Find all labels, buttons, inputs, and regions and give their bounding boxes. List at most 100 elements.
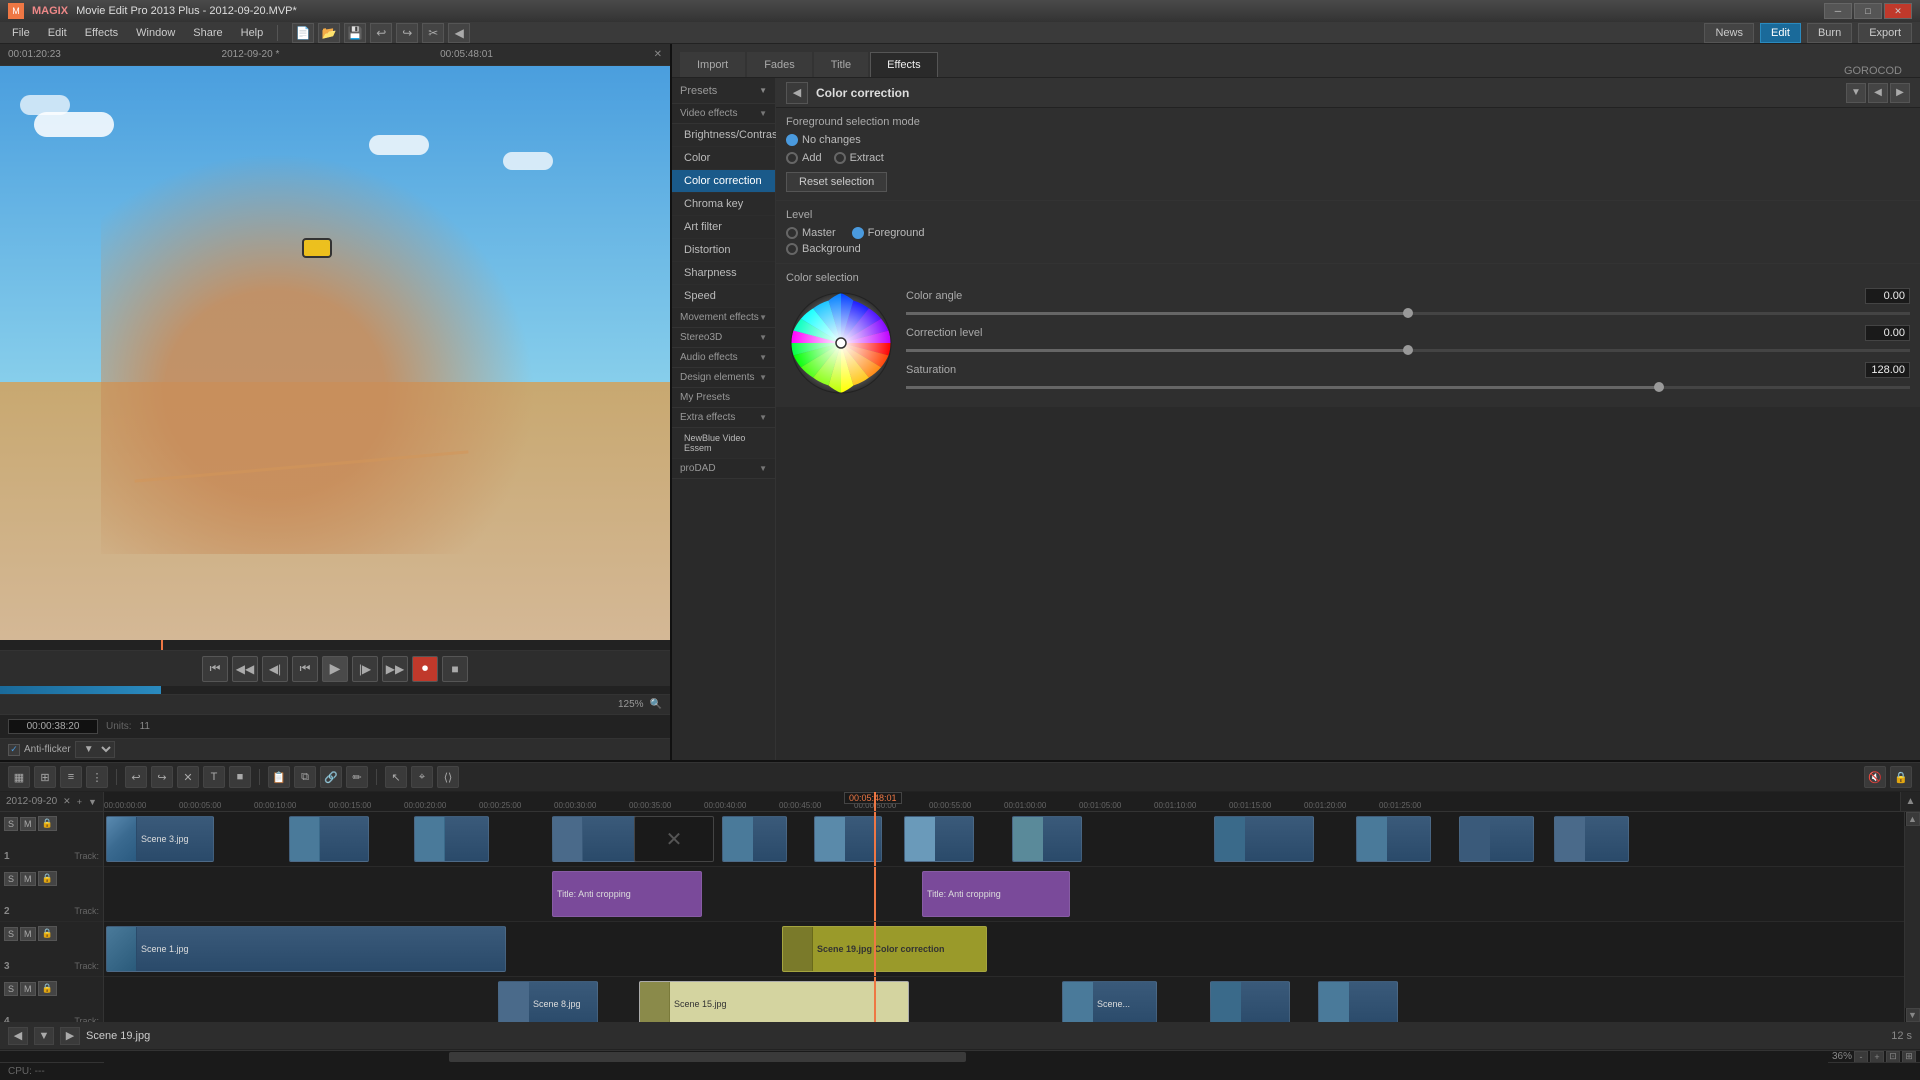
color-angle-thumb[interactable] xyxy=(1403,308,1413,318)
toolbar-undo[interactable]: ↩ xyxy=(370,23,392,43)
tl-tool1-btn[interactable]: ⌖ xyxy=(411,766,433,788)
zoom-out-btn[interactable]: - xyxy=(1854,1051,1868,1063)
clip-track2-1[interactable]: Title: Anti cropping xyxy=(552,871,702,917)
tl-copy-btn[interactable]: 📋 xyxy=(268,766,290,788)
effect-art-filter[interactable]: Art filter xyxy=(672,216,775,239)
clip-track1-6[interactable] xyxy=(722,816,787,862)
extra-effects-header[interactable]: Extra effects ▼ xyxy=(672,408,775,428)
clip-track1-2[interactable] xyxy=(289,816,369,862)
clip-track4-scene15[interactable]: Scene 15.jpg xyxy=(639,981,909,1022)
h-scrollbar-thumb[interactable] xyxy=(449,1052,966,1062)
antiflicker-checkbox[interactable]: ✓ Anti-flicker xyxy=(8,744,71,756)
color-wheel-container[interactable] xyxy=(786,288,896,398)
scene-nav-down[interactable]: ▼ xyxy=(34,1027,54,1045)
clip-track4-2[interactable]: Scene... xyxy=(1062,981,1157,1022)
expand-btn[interactable]: ⊞ xyxy=(1902,1051,1916,1063)
cc-filter-btn[interactable]: ▼ xyxy=(1846,83,1866,103)
play-btn[interactable]: ▶ xyxy=(322,656,348,682)
effect-brightness[interactable]: Brightness/Contrast xyxy=(672,124,775,147)
clip-track1-12[interactable] xyxy=(1459,816,1534,862)
effect-chroma[interactable]: Chroma key xyxy=(672,193,775,216)
clip-track3-1[interactable]: Scene 1.jpg xyxy=(106,926,506,972)
track-2-m[interactable]: M xyxy=(20,872,36,886)
menu-file[interactable]: File xyxy=(4,22,38,44)
saturation-thumb[interactable] xyxy=(1654,382,1664,392)
reset-selection-btn[interactable]: Reset selection xyxy=(786,172,887,192)
tl-toggle-view-btn[interactable]: ▦ xyxy=(8,766,30,788)
time-input[interactable] xyxy=(8,719,98,734)
movement-effects-header[interactable]: Movement effects ▼ xyxy=(672,308,775,328)
tab-effects[interactable]: Effects xyxy=(870,52,937,77)
track-2-s[interactable]: S xyxy=(4,872,18,886)
menu-edit[interactable]: Edit xyxy=(40,22,75,44)
antiflicker-dropdown[interactable]: ▼ xyxy=(75,741,115,758)
menu-help[interactable]: Help xyxy=(233,22,272,44)
menu-window[interactable]: Window xyxy=(128,22,183,44)
clip-track1-3[interactable] xyxy=(414,816,489,862)
tl-mute-btn[interactable]: 🔇 xyxy=(1864,766,1886,788)
tl-lock-btn[interactable]: 🔒 xyxy=(1890,766,1912,788)
clip-track1-5[interactable]: ✕ xyxy=(634,816,714,862)
minimize-btn[interactable]: ─ xyxy=(1824,3,1852,19)
fast-forward-btn[interactable]: ▶▶ xyxy=(382,656,408,682)
audio-effects-header[interactable]: Audio effects ▼ xyxy=(672,348,775,368)
saturation-value[interactable]: 128.00 xyxy=(1865,362,1910,378)
track-4-lock[interactable]: 🔒 xyxy=(38,981,57,996)
tl-delete-btn[interactable]: ✕ xyxy=(177,766,199,788)
tl-stop-btn[interactable]: ■ xyxy=(229,766,251,788)
tab-title[interactable]: Title xyxy=(814,52,868,77)
tl-group-btn[interactable]: ⧉ xyxy=(294,766,316,788)
clip-track1-10[interactable] xyxy=(1214,816,1314,862)
menu-effects[interactable]: Effects xyxy=(77,22,126,44)
scroll-track[interactable] xyxy=(1905,826,1920,1008)
tl-storyboard-btn[interactable]: ⊞ xyxy=(34,766,56,788)
next-frame-btn[interactable]: |▶ xyxy=(352,656,378,682)
clip-track1-9[interactable] xyxy=(1012,816,1082,862)
radio-extract[interactable]: Extract xyxy=(834,152,884,164)
preview-close-btn[interactable]: ✕ xyxy=(654,49,662,60)
toolbar-save[interactable]: 💾 xyxy=(344,23,366,43)
clip-track1-13[interactable] xyxy=(1554,816,1629,862)
track-4-m[interactable]: M xyxy=(20,982,36,996)
track-1-s[interactable]: S xyxy=(4,817,18,831)
export-btn[interactable]: Export xyxy=(1858,23,1912,43)
video-effects-header[interactable]: Video effects ▼ xyxy=(672,104,775,124)
v-scrollbar[interactable]: ▲ ▼ xyxy=(1904,812,1920,1022)
color-angle-slider[interactable] xyxy=(906,312,1910,315)
clip-track2-2[interactable]: Title: Anti cropping xyxy=(922,871,1070,917)
prev-scene-btn[interactable]: ⏮ xyxy=(292,656,318,682)
scroll-up-btn[interactable]: ▲ xyxy=(1906,812,1920,826)
clip-track1-11[interactable] xyxy=(1356,816,1431,862)
wheel-center-dot[interactable] xyxy=(836,338,846,348)
checkbox-box[interactable]: ✓ xyxy=(8,744,20,756)
tl-pointer-btn[interactable]: ↖ xyxy=(385,766,407,788)
radio-add[interactable]: Add xyxy=(786,152,822,164)
fit-btn[interactable]: ⊡ xyxy=(1886,1051,1900,1063)
clip-track4-3[interactable] xyxy=(1210,981,1290,1022)
correction-level-thumb[interactable] xyxy=(1403,345,1413,355)
stop-btn[interactable]: ■ xyxy=(442,656,468,682)
record-btn[interactable]: ⏺ xyxy=(412,656,438,682)
track-1-m[interactable]: M xyxy=(20,817,36,831)
scene-nav-left[interactable]: ◀ xyxy=(8,1027,28,1045)
cc-next-btn[interactable]: ▶ xyxy=(1890,83,1910,103)
scene-nav-right[interactable]: ▶ xyxy=(60,1027,80,1045)
effect-newblue[interactable]: NewBlue Video Essem xyxy=(672,428,775,459)
clip-track1-1[interactable]: Scene 3.jpg xyxy=(106,816,214,862)
toolbar-tool2[interactable]: ◀ xyxy=(448,23,470,43)
saturation-slider[interactable] xyxy=(906,386,1910,389)
track-3-lock[interactable]: 🔒 xyxy=(38,926,57,941)
tl-undo-btn[interactable]: ↩ xyxy=(125,766,147,788)
menu-share[interactable]: Share xyxy=(185,22,230,44)
clip-track3-cc[interactable]: Scene 19.jpg Color correction xyxy=(782,926,987,972)
track-3-m[interactable]: M xyxy=(20,927,36,941)
tl-track-btn[interactable]: ≡ xyxy=(60,766,82,788)
toolbar-open[interactable]: 📂 xyxy=(318,23,340,43)
timeline-scroll-btn[interactable]: ▲ xyxy=(1900,792,1920,811)
clip-track4-4[interactable] xyxy=(1318,981,1398,1022)
burn-btn[interactable]: Burn xyxy=(1807,23,1852,43)
timeline-date-close[interactable]: ✕ xyxy=(63,796,71,807)
radio-background[interactable]: Background xyxy=(786,243,1910,255)
correction-level-slider[interactable] xyxy=(906,349,1910,352)
zoom-in-btn[interactable]: + xyxy=(1870,1051,1884,1063)
